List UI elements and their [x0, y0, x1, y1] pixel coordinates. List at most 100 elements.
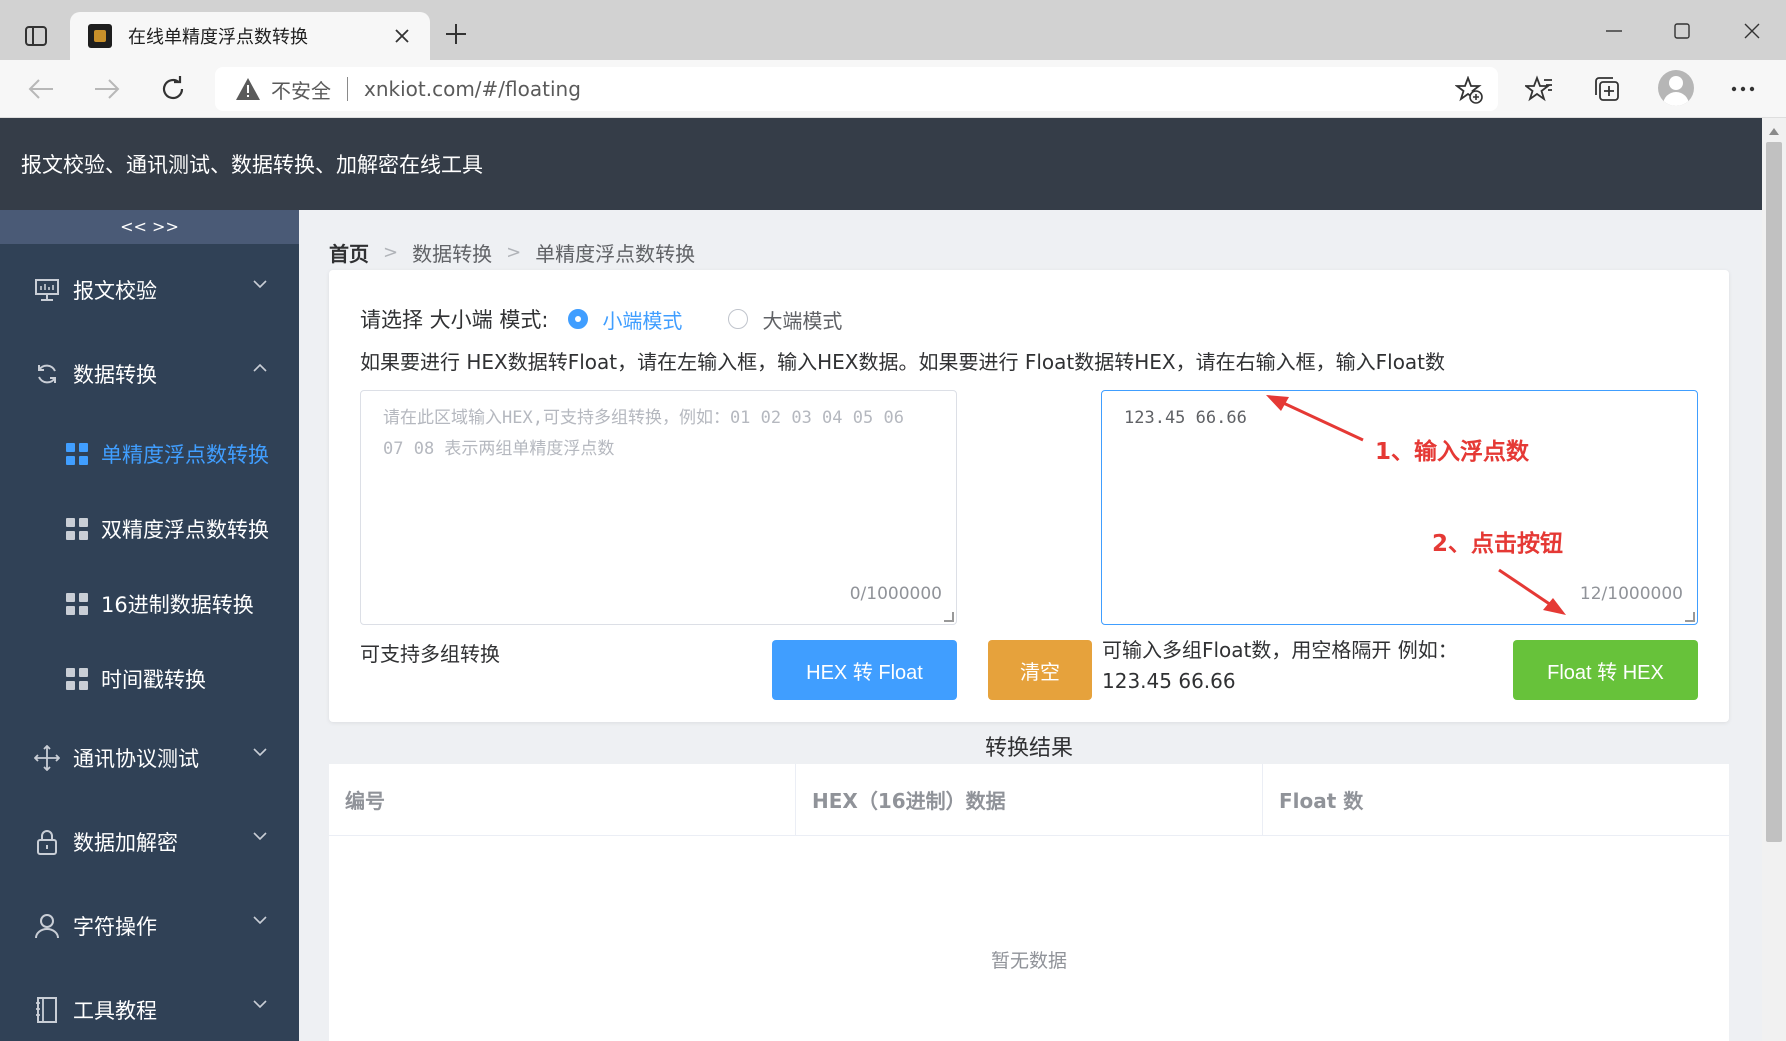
sidebar-item-label: 字符操作 [73, 915, 157, 939]
site-title: 报文校验、通讯测试、数据转换、加解密在线工具 [21, 153, 483, 177]
endian-mode-row: 请选择 大小端 模式: 小端模式 大端模式 [360, 304, 842, 334]
breadcrumb-separator-icon: > [506, 242, 522, 263]
browser-tab-bar: 在线单精度浮点数转换 [0, 0, 1786, 60]
sidebar: << >> 报文校验 数据转换 单精度浮点数转换 双精度浮点数转换 16进制数据… [0, 210, 299, 1041]
chevron-down-icon [253, 916, 267, 924]
sidebar-item-protocol-test[interactable]: 通讯协议测试 [0, 718, 299, 798]
scroll-up-arrow-icon[interactable] [1769, 128, 1779, 135]
sidebar-item-label: 工具教程 [73, 999, 157, 1023]
browser-tab[interactable]: 在线单精度浮点数转换 [70, 12, 430, 60]
favorites-icon[interactable] [1522, 72, 1556, 106]
site-header: 报文校验、通讯测试、数据转换、加解密在线工具 [0, 118, 1762, 210]
annotation-input-float: 1、输入浮点数 [1375, 439, 1530, 465]
sidebar-subitem-label: 时间戳转换 [101, 668, 206, 692]
radio-label[interactable]: 小端模式 [602, 305, 682, 334]
sidebar-collapse-toggle[interactable]: << >> [0, 210, 299, 244]
float-input-counter: 12/1000000 [1579, 584, 1683, 604]
column-header-float: Float 数 [1279, 789, 1364, 813]
multi-group-note: 可支持多组转换 [360, 642, 500, 666]
radio-dot[interactable] [568, 309, 589, 329]
result-table: 编号 HEX（16进制）数据 Float 数 暂无数据 [329, 764, 1729, 1041]
browser-toolbar: 不安全 xnkiot.com/#/floating [0, 60, 1786, 118]
radio-label[interactable]: 大端模式 [762, 305, 842, 334]
reload-icon[interactable] [156, 72, 190, 106]
address-bar[interactable]: 不安全 xnkiot.com/#/floating [215, 67, 1498, 111]
chevron-down-icon [253, 1000, 267, 1008]
hex-input-counter: 0/1000000 [849, 584, 942, 604]
breadcrumb: 首页 > 数据转换 > 单精度浮点数转换 [329, 238, 695, 267]
sidebar-subitem-label: 单精度浮点数转换 [101, 443, 269, 467]
chevron-down-icon [253, 748, 267, 756]
sidebar-subitem-timestamp[interactable]: 时间戳转换 [0, 647, 299, 711]
close-window-icon[interactable] [1732, 16, 1772, 46]
float-to-hex-button[interactable]: Float 转 HEX [1513, 640, 1698, 700]
breadcrumb-level1: 数据转换 [412, 242, 493, 266]
sidebar-item-data-conversion[interactable]: 数据转换 [0, 334, 299, 414]
sidebar-item-encryption[interactable]: 数据加解密 [0, 802, 299, 882]
radio-dot[interactable] [728, 309, 749, 329]
collections-icon[interactable] [1590, 72, 1624, 106]
converter-card: 请选择 大小端 模式: 小端模式 大端模式 如果要进行 HEX数据转Float，… [329, 270, 1729, 722]
float-input-hint: 可输入多组Float数，用空格隔开 例如：123.45 66.66 [1102, 638, 1458, 693]
column-header-index: 编号 [329, 764, 796, 835]
radio-little-endian[interactable]: 小端模式 [568, 305, 682, 334]
sidebar-subitem-label: 双精度浮点数转换 [101, 518, 269, 542]
lock-icon [33, 828, 61, 856]
tab-actions-icon[interactable] [14, 18, 58, 54]
url-text[interactable]: xnkiot.com/#/floating [364, 77, 581, 101]
minimize-icon[interactable] [1594, 16, 1634, 46]
add-favorite-star-icon[interactable] [1454, 75, 1484, 105]
result-title: 转换结果 [984, 736, 1073, 761]
sidebar-subitem-double-float[interactable]: 双精度浮点数转换 [0, 497, 299, 561]
float-input-wrapper: 12/1000000 [1101, 390, 1698, 625]
sidebar-subitem-single-float[interactable]: 单精度浮点数转换 [0, 422, 299, 486]
more-menu-icon[interactable] [1726, 72, 1760, 106]
sidebar-item-message-check[interactable]: 报文校验 [0, 250, 299, 330]
sidebar-item-tutorials[interactable]: 工具教程 [0, 970, 299, 1041]
hex-to-float-button[interactable]: HEX 转 Float [772, 640, 957, 700]
resize-handle-icon[interactable] [944, 612, 954, 622]
site-favicon-icon [88, 24, 112, 48]
insecure-label: 不安全 [271, 78, 331, 103]
book-icon [33, 996, 61, 1024]
table-header-row: 编号 HEX（16进制）数据 Float 数 [329, 764, 1729, 836]
refresh-icon [33, 360, 61, 388]
profile-avatar-icon[interactable] [1658, 70, 1694, 106]
close-tab-icon[interactable] [390, 24, 414, 48]
sidebar-item-string-ops[interactable]: 字符操作 [0, 886, 299, 966]
sidebar-item-label: 数据转换 [73, 363, 157, 387]
page-scrollbar[interactable] [1762, 118, 1786, 1041]
empty-table-text: 暂无数据 [990, 950, 1067, 972]
annotation-click-button: 2、点击按钮 [1432, 531, 1564, 557]
chevron-up-icon [253, 364, 267, 372]
sidebar-subitem-label: 16进制数据转换 [101, 593, 254, 617]
sidebar-subitem-hex-conversion[interactable]: 16进制数据转换 [0, 572, 299, 636]
scrollbar-thumb[interactable] [1766, 142, 1782, 842]
sidebar-item-label: 报文校验 [73, 279, 157, 303]
resize-handle-icon[interactable] [1685, 612, 1695, 622]
maximize-icon[interactable] [1662, 16, 1702, 46]
forward-arrow-icon[interactable] [90, 72, 124, 106]
chevron-down-icon [253, 832, 267, 840]
grid-icon [66, 593, 88, 615]
breadcrumb-level2: 单精度浮点数转换 [535, 242, 696, 266]
grid-icon [66, 443, 88, 465]
chevron-down-icon [253, 280, 267, 288]
warning-icon[interactable] [235, 77, 261, 101]
sidebar-item-label: 通讯协议测试 [73, 747, 199, 771]
instruction-text: 如果要进行 HEX数据转Float，请在左输入框，输入HEX数据。如果要进行 F… [360, 350, 1446, 374]
back-arrow-icon[interactable] [24, 72, 58, 106]
grid-icon [66, 668, 88, 690]
tab-title: 在线单精度浮点数转换 [128, 27, 308, 48]
hex-input-wrapper: 0/1000000 [360, 390, 957, 625]
radio-big-endian[interactable]: 大端模式 [728, 305, 842, 334]
clear-button[interactable]: 清空 [988, 640, 1092, 700]
main-content: 首页 > 数据转换 > 单精度浮点数转换 请选择 大小端 模式: 小端模式 大端… [299, 210, 1762, 1041]
endian-mode-label: 请选择 大小端 模式: [360, 308, 549, 332]
address-separator [347, 77, 348, 101]
sidebar-item-label: 数据加解密 [73, 831, 178, 855]
breadcrumb-home[interactable]: 首页 [329, 238, 369, 267]
new-tab-plus-icon[interactable] [442, 20, 470, 48]
move-icon [33, 744, 61, 772]
column-header-hex: HEX（16进制）数据 [796, 764, 1263, 835]
